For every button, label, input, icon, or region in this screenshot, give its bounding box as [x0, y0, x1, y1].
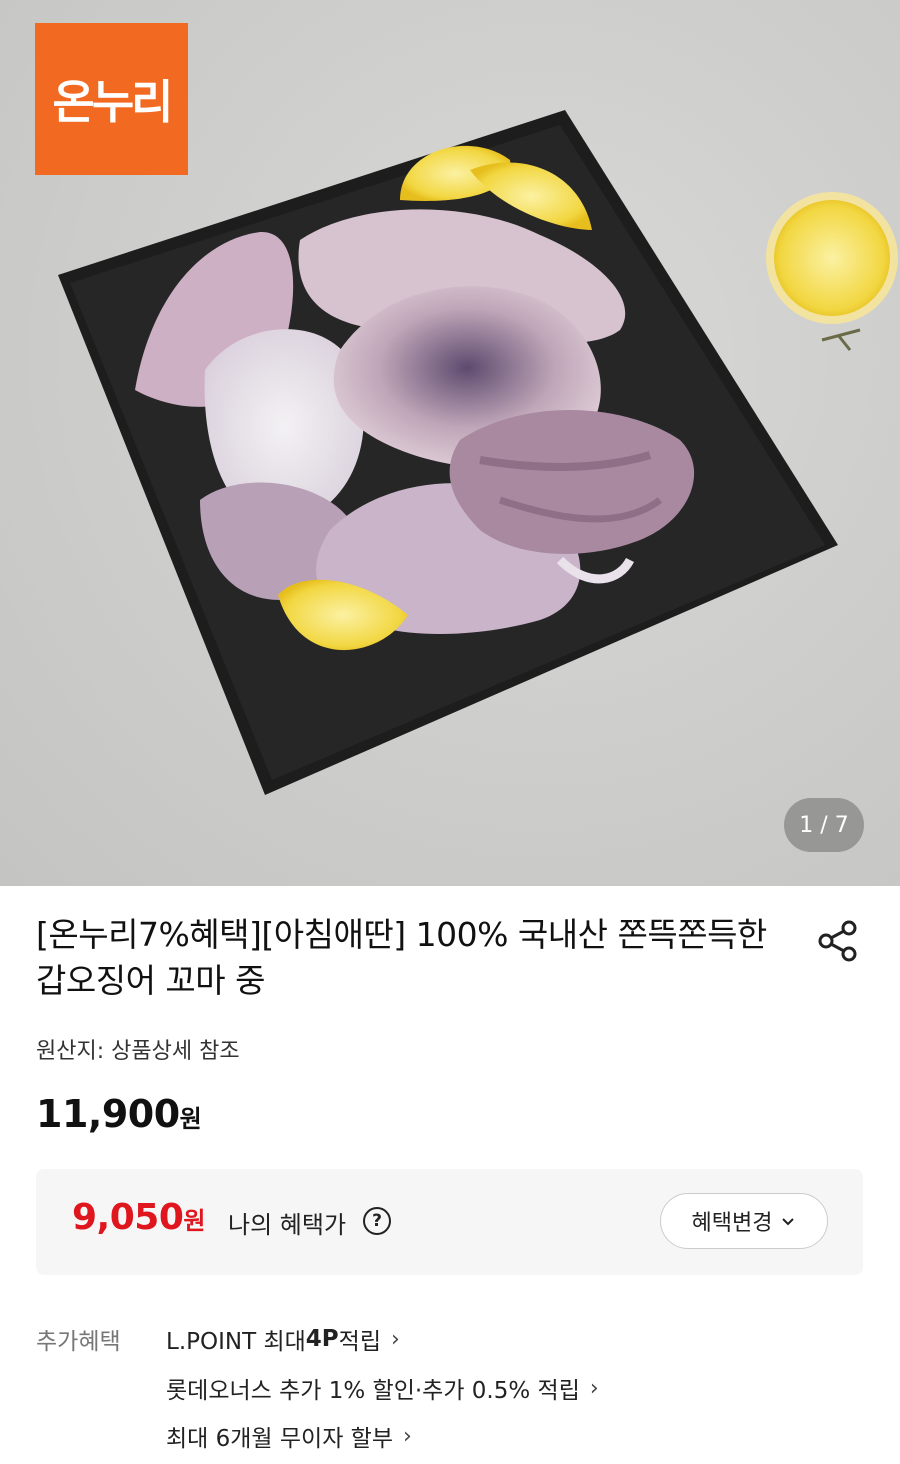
change-benefit-label: 혜택변경	[691, 1211, 773, 1236]
extra-benefit-lotte-owners[interactable]: 롯데오너스 추가 1% 할인·추가 0.5% 적립 ›	[166, 1371, 599, 1405]
original-price-value: 11,900	[36, 1092, 180, 1136]
share-icon	[818, 920, 857, 962]
benefit-price: 9,050원	[72, 1197, 205, 1238]
brand-logo-text: 온누리	[52, 75, 174, 129]
help-icon[interactable]: ?	[363, 1207, 391, 1235]
benefit-price-box: 9,050원 나의 혜택가 ? 혜택변경	[36, 1169, 863, 1275]
origin-info: 원산지: 상품상세 참조	[36, 1039, 240, 1064]
chevron-right-icon: ›	[589, 1375, 599, 1401]
benefit-price-label: 나의 혜택가	[228, 1211, 347, 1239]
extra-benefits-label: 추가혜택	[36, 1329, 121, 1355]
chevron-right-icon: ›	[403, 1423, 412, 1449]
original-price: 11,900원	[36, 1092, 202, 1136]
benefit-price-value: 9,050	[72, 1197, 184, 1238]
product-title: [온누리7%혜택][아침애딴] 100% 국내산 쫀뜩쫀득한 갑오징어 꼬마 중	[36, 915, 767, 1000]
share-button[interactable]	[815, 918, 861, 964]
extra-benefit-installment[interactable]: 최대 6개월 무이자 할부 ›	[166, 1419, 412, 1453]
brand-logo: 온누리	[35, 23, 188, 175]
extra-benefit-highlight: 4P	[305, 1326, 339, 1352]
change-benefit-button[interactable]: 혜택변경	[660, 1193, 828, 1249]
benefit-price-unit: 원	[183, 1207, 205, 1235]
image-page-counter: 1 / 7	[784, 798, 864, 852]
extra-benefit-lpoint[interactable]: L.POINT 최대 4P 적립 ›	[166, 1322, 400, 1356]
extra-benefit-text: 롯데오너스 추가 1% 할인·추가 0.5% 적립	[166, 1378, 580, 1404]
product-image-carousel[interactable]: 온누리 1 / 7	[0, 0, 900, 886]
extra-benefit-text: 최대 6개월 무이자 할부	[166, 1426, 394, 1452]
original-price-unit: 원	[179, 1105, 202, 1133]
chevron-right-icon: ›	[390, 1326, 400, 1352]
extra-benefit-text: L.POINT 최대	[166, 1329, 306, 1355]
chevron-down-icon	[782, 1218, 795, 1226]
extra-benefit-suffix: 적립	[338, 1329, 381, 1355]
